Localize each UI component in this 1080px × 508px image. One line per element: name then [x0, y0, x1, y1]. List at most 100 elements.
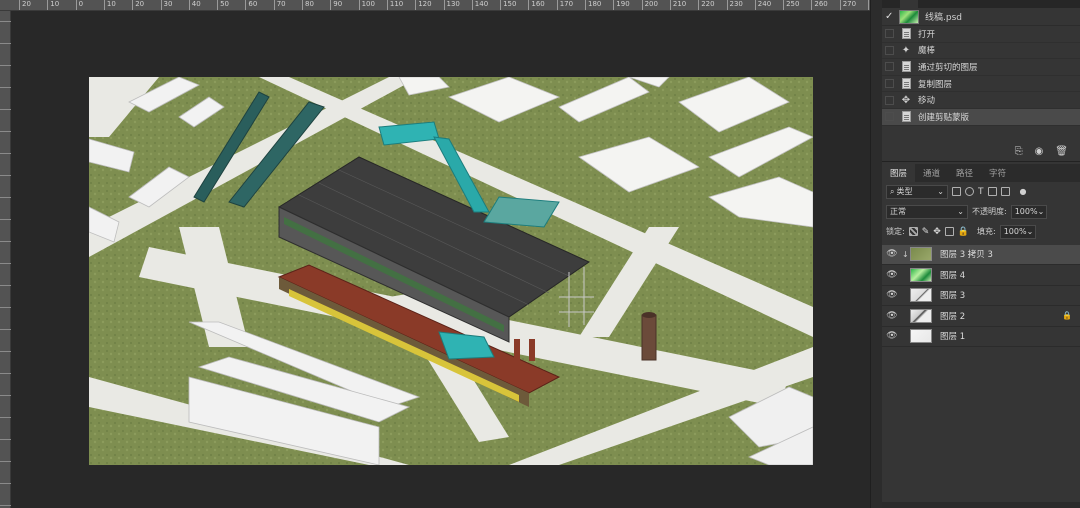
history-item[interactable]: 创建剪贴蒙版 — [882, 108, 1080, 126]
tab-characters[interactable]: 字符 — [981, 164, 1014, 182]
vertical-ruler-tick — [0, 219, 11, 220]
lock-transparent-pixels-icon[interactable] — [908, 227, 918, 237]
opacity-value: 100% — [1014, 207, 1038, 217]
opacity-label: 不透明度: — [972, 207, 1007, 217]
tab-layers[interactable]: 图层 — [882, 163, 916, 182]
type-filter-icon[interactable]: T — [978, 187, 984, 197]
chevron-down-icon: ⌄ — [957, 207, 964, 217]
lock-all-icon[interactable]: 🔒 — [958, 227, 969, 237]
pixel-filter-icon[interactable] — [952, 187, 961, 197]
layer-filter-select[interactable]: ⌕ 类型 ⌄ — [886, 184, 948, 199]
history-source-checkbox[interactable] — [885, 29, 894, 39]
layer-row[interactable]: 👁 图层 3 — [882, 286, 1080, 307]
history-tab-1[interactable] — [882, 0, 900, 8]
history-item-label: 打开 — [918, 29, 936, 40]
document-icon — [900, 61, 912, 73]
opacity-input[interactable]: 100% ⌄ — [1010, 204, 1047, 219]
fill-input[interactable]: 100% ⌄ — [999, 224, 1036, 239]
blend-row: 正常 ⌄ 不透明度: 100% ⌄ — [882, 202, 1080, 222]
vertical-ruler-tick — [0, 395, 11, 396]
vertical-ruler-tick — [0, 175, 11, 176]
ruler-tick-label: 130 — [443, 0, 460, 10]
right-panels: ✓ 线稿.psd 打开 ✦ 魔棒 通过剪切的图层 复制图层 ✥ 移动创建剪贴蒙版 ⎘ ◉ 🗑… — [882, 0, 1080, 508]
layer-row[interactable]: 👁 ↓ 图层 3 拷贝 3 — [882, 244, 1080, 266]
vertical-ruler-tick — [0, 461, 11, 462]
layer-thumbnail — [910, 329, 932, 344]
layer-name: 图层 3 — [940, 291, 966, 302]
history-tab-2[interactable] — [900, 0, 919, 8]
chevron-down-icon: ⌄ — [1026, 227, 1034, 237]
layer-row[interactable]: 👁 图层 2 🔒 — [882, 306, 1080, 327]
vertical-ruler-tick — [0, 417, 11, 418]
visibility-eye-icon[interactable]: 👁 — [882, 311, 902, 321]
adjustment-filter-icon[interactable] — [965, 187, 974, 197]
document-icon — [900, 78, 912, 90]
lock-row: 锁定: ✎ ✥ 🔒 填充: 100% ⌄ — [882, 222, 1080, 242]
smart-object-filter-icon[interactable] — [1000, 187, 1010, 197]
camera-icon[interactable]: ◉ — [1035, 146, 1044, 157]
layer-filter-row: ⌕ 类型 ⌄ T ● — [882, 182, 1080, 202]
ruler-tick-label: 270 — [839, 0, 856, 10]
layer-row[interactable]: 👁 图层 4 — [882, 265, 1080, 286]
ruler-tick-label: 100 — [358, 0, 375, 10]
history-source-checkbox[interactable] — [885, 112, 894, 122]
vertical-ruler-tick — [0, 351, 11, 352]
photoshop-window: 20 10 0 10 20 30 40 50 60 70 80 90 100 110 120 130 140 15… — [0, 0, 1080, 508]
layer-thumbnail — [910, 308, 932, 323]
canvas-scrollbar[interactable] — [870, 0, 882, 508]
layer-row[interactable]: 👁 图层 1 — [882, 327, 1080, 348]
blend-mode-value: 正常 — [890, 207, 906, 217]
trash-icon[interactable]: 🗑 — [1055, 146, 1068, 157]
visibility-eye-icon[interactable]: 👁 — [882, 270, 902, 280]
ruler-tick-label: 0 — [75, 0, 83, 10]
vertical-ruler-tick — [0, 153, 11, 154]
history-item[interactable]: ✥ 移动 — [882, 92, 1080, 109]
history-list: 打开 ✦ 魔棒 通过剪切的图层 复制图层 ✥ 移动创建剪贴蒙版 — [882, 26, 1080, 126]
history-source-checkbox[interactable] — [885, 79, 894, 89]
history-item[interactable]: ✦ 魔棒 — [882, 43, 1080, 60]
tab-paths[interactable]: 路径 — [948, 164, 981, 182]
ruler-tick-label: 260 — [811, 0, 828, 10]
history-item-label: 魔棒 — [918, 46, 936, 57]
lock-position-icon[interactable]: ✥ — [933, 227, 941, 237]
search-icon: ⌕ — [890, 186, 895, 196]
history-item[interactable]: 复制图层 — [882, 76, 1080, 93]
layer-name: 图层 2 — [940, 311, 966, 322]
layer-filter-label: 类型 — [896, 187, 913, 197]
ruler-tick-label: 160 — [528, 0, 545, 10]
visibility-eye-icon[interactable]: 👁 — [882, 331, 902, 341]
shape-filter-icon[interactable] — [987, 187, 997, 197]
lock-image-pixels-icon[interactable]: ✎ — [922, 227, 930, 237]
history-item[interactable]: 通过剪切的图层 — [882, 59, 1080, 76]
horizontal-ruler[interactable]: 20 10 0 10 20 30 40 50 60 70 80 90 100 110 120 130 140 15… — [0, 0, 870, 11]
vertical-ruler-tick — [0, 87, 11, 88]
lock-artboard-icon[interactable] — [944, 227, 954, 237]
canvas-area[interactable] — [11, 11, 870, 508]
history-item[interactable]: 打开 — [882, 26, 1080, 43]
ruler-tick-label: 80 — [302, 0, 314, 10]
vertical-ruler-tick — [0, 373, 11, 374]
filter-toggle-icon[interactable]: ● — [1020, 187, 1027, 196]
tab-channels[interactable]: 通道 — [915, 164, 948, 182]
ruler-tick-label: 10 — [47, 0, 59, 10]
artboard-site-plan-image[interactable] — [89, 77, 813, 465]
history-source-checkbox[interactable] — [885, 45, 894, 55]
ruler-tick-label: 70 — [273, 0, 286, 10]
ruler-tick-label: 140 — [471, 0, 488, 10]
vertical-ruler[interactable] — [0, 11, 11, 508]
history-source-checkbox[interactable] — [885, 95, 894, 105]
visibility-eye-icon[interactable]: 👁 — [882, 290, 902, 300]
history-snapshot[interactable]: ✓ 线稿.psd — [882, 8, 1080, 26]
visibility-eye-icon[interactable]: 👁 — [882, 249, 902, 259]
vertical-ruler-tick — [0, 21, 11, 22]
new-document-from-state-icon[interactable]: ⎘ — [1015, 146, 1023, 157]
layers-bottom-bar — [882, 502, 1080, 508]
history-item-label: 创建剪贴蒙版 — [918, 112, 970, 123]
lock-label: 锁定: — [886, 227, 905, 237]
history-source-checkbox[interactable] — [885, 62, 894, 72]
ruler-tick-label: 230 — [726, 0, 743, 10]
ruler-tick-label: 240 — [754, 0, 771, 10]
vertical-ruler-tick — [0, 263, 11, 264]
ruler-tick-label: 180 — [585, 0, 601, 10]
blend-mode-select[interactable]: 正常 ⌄ — [886, 204, 968, 219]
